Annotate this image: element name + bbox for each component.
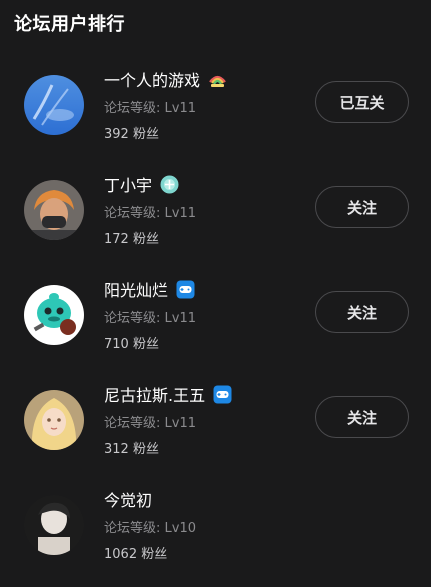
fans-count: 172 粉丝 <box>104 232 159 247</box>
forum-level: 论坛等级: Lv11 <box>104 206 196 221</box>
portrait-avatar-icon[interactable] <box>24 495 84 555</box>
fans-count: 312 粉丝 <box>104 442 159 457</box>
anime-avatar-icon[interactable] <box>24 390 84 450</box>
follow-button[interactable]: 关注 <box>315 186 409 228</box>
forum-level: 论坛等级: Lv11 <box>104 101 196 116</box>
user-row[interactable]: 尼古拉斯.王五 论坛等级: Lv11 312 粉丝 关注 <box>0 382 431 482</box>
forum-level: 论坛等级: Lv10 <box>104 521 196 536</box>
gamepad-badge-icon <box>213 385 232 404</box>
follow-button[interactable]: 关注 <box>315 291 409 333</box>
forum-user-ranking-panel: 论坛用户排行 一个人的游戏 论坛等级: Lv11 392 粉丝 已互关 丁小宇 … <box>0 0 431 570</box>
fans-count: 1062 粉丝 <box>104 547 168 562</box>
username[interactable]: 阳光灿烂 <box>104 277 168 301</box>
panel-title: 论坛用户排行 <box>14 14 125 35</box>
fans-count: 392 粉丝 <box>104 127 159 142</box>
username[interactable]: 丁小宇 <box>104 172 152 196</box>
mutual-follow-button[interactable]: 已互关 <box>315 81 409 123</box>
rainbow-badge-icon <box>208 70 227 89</box>
fans-count: 710 粉丝 <box>104 337 159 352</box>
username[interactable]: 尼古拉斯.王五 <box>104 382 205 406</box>
gamepad-badge-icon <box>176 280 195 299</box>
forum-level: 论坛等级: Lv11 <box>104 311 196 326</box>
user-row[interactable]: 一个人的游戏 论坛等级: Lv11 392 粉丝 已互关 <box>0 67 431 167</box>
user-row[interactable]: 丁小宇 论坛等级: Lv11 172 粉丝 关注 <box>0 172 431 272</box>
teal-badge-icon <box>160 175 179 194</box>
username[interactable]: 一个人的游戏 <box>104 67 200 91</box>
user-row[interactable]: 阳光灿烂 论坛等级: Lv11 710 粉丝 关注 <box>0 277 431 377</box>
person-avatar-icon[interactable] <box>24 180 84 240</box>
username[interactable]: 今觉初 <box>104 487 152 511</box>
sky-avatar-icon[interactable] <box>24 75 84 135</box>
follow-button[interactable]: 关注 <box>315 396 409 438</box>
forum-level: 论坛等级: Lv11 <box>104 416 196 431</box>
user-row[interactable]: 今觉初 论坛等级: Lv10 1062 粉丝 <box>0 487 431 587</box>
cartoon-avatar-icon[interactable] <box>24 285 84 345</box>
